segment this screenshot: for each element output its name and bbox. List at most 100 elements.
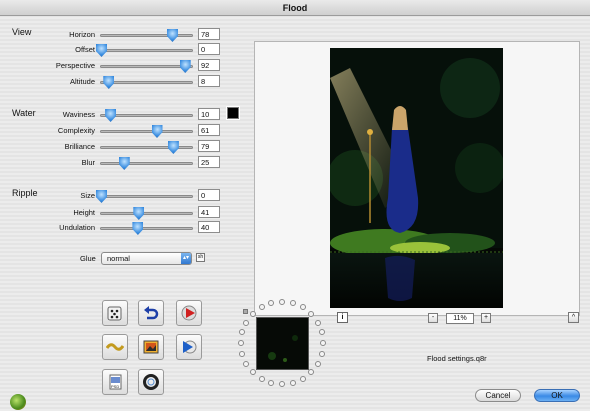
zoom-in-button[interactable]: + bbox=[481, 313, 491, 323]
waviness-slider[interactable] bbox=[100, 109, 193, 122]
ring-dot[interactable] bbox=[289, 379, 296, 386]
brilliance-label: Brilliance bbox=[64, 142, 95, 151]
ring-dot[interactable] bbox=[320, 340, 326, 346]
size-label: Size bbox=[80, 191, 95, 200]
altitude-slider[interactable] bbox=[100, 76, 193, 89]
horizon-row: Horizon 78 bbox=[0, 28, 250, 42]
save-psd-button[interactable]: PSD bbox=[102, 369, 128, 395]
blur-slider[interactable] bbox=[100, 157, 193, 170]
height-field[interactable]: 41 bbox=[198, 206, 220, 218]
glue-selected-value: normal bbox=[107, 254, 130, 263]
ring-dot[interactable] bbox=[307, 311, 314, 317]
ring-dot[interactable] bbox=[250, 311, 256, 317]
complexity-row: Complexity 61 bbox=[0, 124, 250, 138]
ring-dot[interactable] bbox=[243, 319, 250, 326]
thumbnail-preview[interactable] bbox=[256, 317, 309, 370]
undulation-row: Undulation 40 bbox=[0, 221, 250, 235]
ring-dot[interactable] bbox=[238, 340, 244, 346]
undulation-slider-thumb[interactable] bbox=[132, 222, 144, 235]
photo-icon bbox=[143, 340, 159, 354]
waviness-row: Waviness 10 bbox=[0, 106, 250, 122]
blur-row: Blur 25 bbox=[0, 156, 250, 170]
height-slider[interactable] bbox=[100, 207, 193, 220]
brilliance-field[interactable]: 79 bbox=[198, 140, 220, 152]
ring-handle[interactable] bbox=[243, 309, 248, 314]
glue-option-button[interactable]: sh bbox=[196, 253, 205, 262]
psd-file-icon: PSD bbox=[109, 374, 122, 390]
undulation-label: Undulation bbox=[59, 223, 95, 232]
water-color-swatch[interactable] bbox=[226, 106, 240, 120]
play-button[interactable] bbox=[176, 334, 202, 360]
ring-dot[interactable] bbox=[318, 350, 325, 357]
expand-button[interactable]: ^ bbox=[568, 312, 579, 323]
ripple-button[interactable] bbox=[138, 369, 164, 395]
altitude-field[interactable]: 8 bbox=[198, 75, 220, 87]
offset-label: Offset bbox=[75, 45, 95, 54]
ring-dot[interactable] bbox=[258, 375, 265, 382]
ring-dot[interactable] bbox=[243, 360, 250, 367]
ring-dot[interactable] bbox=[250, 368, 256, 375]
image-button[interactable] bbox=[138, 334, 164, 360]
altitude-label: Altitude bbox=[69, 77, 95, 86]
size-slider[interactable] bbox=[96, 190, 193, 203]
ring-dot[interactable] bbox=[239, 350, 246, 357]
waviness-label: Waviness bbox=[62, 110, 95, 119]
undo-button[interactable] bbox=[138, 300, 164, 326]
dialog-body: View Horizon 78 Offset 0 Perspective 92 … bbox=[0, 16, 590, 411]
perspective-slider[interactable] bbox=[100, 60, 193, 73]
size-field[interactable]: 0 bbox=[198, 189, 220, 201]
perspective-field[interactable]: 92 bbox=[198, 59, 220, 71]
offset-field[interactable]: 0 bbox=[198, 43, 220, 55]
waviness-field[interactable]: 10 bbox=[198, 108, 220, 120]
perspective-label: Perspective bbox=[55, 61, 95, 70]
cancel-button[interactable]: Cancel bbox=[475, 389, 521, 402]
random-button[interactable] bbox=[102, 300, 128, 326]
ring-dot[interactable] bbox=[307, 368, 314, 375]
ring-dot[interactable] bbox=[268, 379, 275, 386]
brilliance-row: Brilliance 79 bbox=[0, 140, 250, 154]
brilliance-slider-thumb[interactable] bbox=[167, 141, 179, 154]
ring-dot[interactable] bbox=[314, 319, 321, 326]
ring-dot[interactable] bbox=[318, 329, 325, 336]
wave-button[interactable] bbox=[102, 334, 128, 360]
ring-dot[interactable] bbox=[279, 381, 285, 387]
blur-field[interactable]: 25 bbox=[198, 156, 220, 168]
ring-dot[interactable] bbox=[279, 299, 285, 305]
info-button[interactable]: i bbox=[337, 312, 348, 323]
waviness-slider-thumb[interactable] bbox=[105, 109, 117, 122]
size-slider-thumb[interactable] bbox=[96, 190, 107, 203]
settings-filename: Flood settings.q8r bbox=[427, 354, 487, 363]
perspective-slider-thumb[interactable] bbox=[179, 60, 191, 73]
height-row: Height 41 bbox=[0, 206, 250, 220]
horizon-field[interactable]: 78 bbox=[198, 28, 220, 40]
horizon-slider[interactable] bbox=[100, 29, 193, 42]
reset-button[interactable] bbox=[176, 300, 202, 326]
blur-slider-thumb[interactable] bbox=[118, 157, 130, 170]
offset-slider[interactable] bbox=[96, 44, 193, 57]
undulation-slider[interactable] bbox=[100, 222, 193, 235]
window-title: Flood bbox=[282, 3, 308, 13]
ring-dot[interactable] bbox=[314, 360, 321, 367]
brilliance-slider[interactable] bbox=[100, 141, 193, 154]
undulation-field[interactable]: 40 bbox=[198, 221, 220, 233]
zoom-out-button[interactable]: - bbox=[428, 313, 438, 323]
altitude-row: Altitude 8 bbox=[0, 75, 250, 89]
ring-dot[interactable] bbox=[299, 375, 306, 382]
preview-image[interactable] bbox=[330, 48, 503, 308]
complexity-slider-thumb[interactable] bbox=[151, 125, 163, 138]
ok-button[interactable]: OK bbox=[534, 389, 580, 402]
offset-slider-thumb[interactable] bbox=[96, 44, 107, 57]
zoom-level: 11% bbox=[446, 313, 474, 324]
horizon-slider-thumb[interactable] bbox=[166, 29, 178, 42]
height-slider-thumb[interactable] bbox=[133, 207, 145, 220]
flood-preview-scene bbox=[330, 48, 503, 308]
ring-icon bbox=[143, 374, 159, 390]
complexity-field[interactable]: 61 bbox=[198, 124, 220, 136]
size-row: Size 0 bbox=[0, 189, 250, 203]
glue-select[interactable]: normal ▴▾ bbox=[101, 252, 192, 265]
ring-dot[interactable] bbox=[239, 329, 246, 336]
altitude-slider-thumb[interactable] bbox=[103, 76, 115, 89]
dice-icon bbox=[107, 306, 122, 321]
preview-frame[interactable] bbox=[254, 41, 580, 316]
complexity-slider[interactable] bbox=[100, 125, 193, 138]
